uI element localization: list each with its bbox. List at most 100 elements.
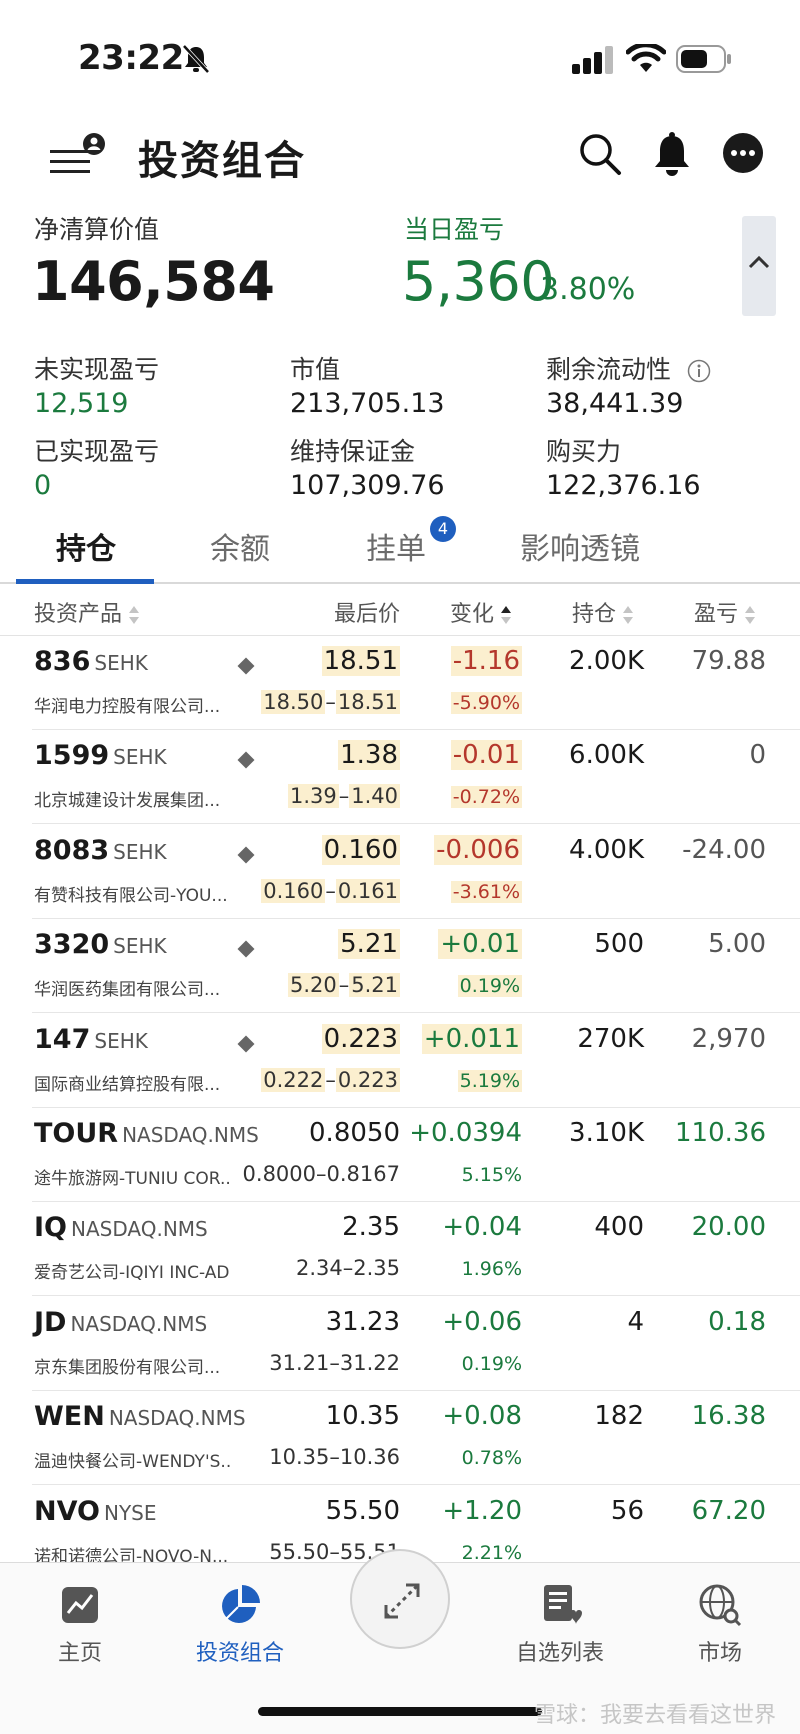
- nav-watchlist-label: 自选列表: [515, 1641, 604, 1666]
- nav-markets[interactable]: 市场: [660, 1583, 780, 1667]
- collapse-summary-button[interactable]: [742, 216, 776, 316]
- realized-pnl-value: 0: [34, 470, 52, 501]
- column-pnl[interactable]: 盈亏: [694, 596, 756, 628]
- position-size: 2.00K: [569, 646, 644, 676]
- symbol-exchange: NASDAQ.NMS: [71, 1217, 208, 1242]
- company-name: 华润医药集团有限公司...: [34, 980, 221, 1001]
- bid-price: 0.160: [261, 878, 326, 903]
- last-price: 0.8050: [309, 1118, 400, 1148]
- symbol-ticker: JD: [34, 1306, 67, 1338]
- bid-price: 31.21: [269, 1350, 330, 1375]
- price-change-percent: -3.61%: [450, 880, 522, 903]
- column-last-price[interactable]: 最后价: [334, 596, 400, 628]
- price-change: +0.01: [438, 929, 522, 960]
- globe-search-icon: [699, 1584, 742, 1627]
- bid-price: 18.50: [261, 690, 326, 714]
- tab-balances[interactable]: 余额: [210, 524, 270, 568]
- net-liquidation-value: 146,584: [32, 250, 275, 313]
- position-pnl: 20.00: [691, 1212, 766, 1243]
- trade-button[interactable]: [350, 1549, 450, 1649]
- price-change: +1.20: [442, 1495, 522, 1526]
- range-separator: –: [325, 1067, 336, 1092]
- watchlist-icon: [544, 1585, 582, 1624]
- table-row[interactable]: IQ NASDAQ.NMS 爱奇艺公司-IQIYI INC-ADR 2.35 2.34–…: [0, 1202, 800, 1297]
- position-size: 3.10K: [569, 1118, 644, 1148]
- column-position[interactable]: 持仓: [572, 596, 634, 628]
- home-indicator[interactable]: [258, 1707, 542, 1716]
- table-row[interactable]: 8083 SEHK 有赞科技有限公司-YOU... 0.160 0.160–0.161-…: [0, 825, 800, 919]
- price-change: -0.006: [434, 834, 522, 865]
- position-symbol: 8083 SEHK: [34, 835, 167, 866]
- position-pnl: -24.00: [682, 834, 766, 865]
- price-change-percent: -5.90%: [450, 692, 522, 714]
- account-menu-icon[interactable]: [50, 132, 108, 182]
- sort-ascending-icon: [501, 606, 512, 624]
- table-row[interactable]: 836 SEHK 华润电力控股有限公司... 18.51 18.50–18.51 -1.1…: [0, 636, 800, 730]
- table-row[interactable]: 1599 SEHK 北京城建设计发展集团... 1.38 1.39–1.40 -0.01 -…: [0, 730, 800, 825]
- company-name: 北京城建设计发展集团...: [34, 791, 221, 812]
- bid-ask-range: 18.50–18.51: [261, 690, 400, 714]
- position-pnl: 67.20: [691, 1495, 766, 1526]
- search-icon[interactable]: [578, 132, 622, 176]
- tab-impact-lens[interactable]: 影响透镜: [520, 524, 640, 568]
- ask-price: 0.223: [335, 1067, 400, 1092]
- notification-bell-icon[interactable]: [652, 130, 692, 178]
- last-price: 0.223: [321, 1023, 400, 1054]
- company-name: 京东集团股份有限公司...: [34, 1357, 221, 1378]
- price-change: +0.06: [442, 1306, 522, 1337]
- nav-portfolio[interactable]: 投资组合: [180, 1583, 300, 1667]
- table-row[interactable]: 3320 SEHK 华润医药集团有限公司... 5.21 5.20–5.21 +0.01 0…: [0, 919, 800, 1014]
- tab-orders-label: 挂单: [366, 532, 426, 567]
- last-price: 55.50: [325, 1495, 400, 1526]
- info-icon[interactable]: [687, 359, 711, 383]
- position-pnl: 2,970: [691, 1023, 766, 1054]
- price-change: -1.16: [450, 646, 522, 676]
- ask-price: 31.22: [339, 1350, 400, 1375]
- status-time: 23:22: [78, 38, 184, 78]
- position-symbol: JD NASDAQ.NMS: [34, 1307, 207, 1338]
- status-bar: 23:22: [0, 0, 800, 110]
- ask-price: 1.40: [349, 784, 400, 809]
- symbol-ticker: 836: [34, 646, 91, 677]
- position-symbol: 147 SEHK: [34, 1024, 148, 1055]
- price-change-percent: 0.19%: [461, 1352, 522, 1375]
- nav-watchlist[interactable]: 自选列表: [500, 1583, 620, 1667]
- bid-price: 10.35: [269, 1445, 330, 1470]
- price-change-percent: -0.72%: [450, 786, 522, 809]
- bid-ask-range: 0.160–0.161: [261, 878, 400, 903]
- last-price: 31.23: [325, 1306, 400, 1337]
- range-separator: –: [338, 784, 350, 809]
- home-chart-icon: [62, 1587, 98, 1623]
- price-change: +0.08: [442, 1401, 522, 1432]
- table-row[interactable]: TOUR NASDAQ.NMS 途牛旅游网-TUNIU COR... 0.8050 0.…: [0, 1108, 800, 1202]
- bid-price: 5.20: [287, 973, 339, 998]
- table-row[interactable]: WEN NASDAQ.NMS 温迪快餐公司-WENDY'S... 10.35 10.35…: [0, 1391, 800, 1486]
- table-row[interactable]: 147 SEHK 国际商业结算控股有限... 0.223 0.222–0.223 +0.0…: [0, 1014, 800, 1108]
- position-size: 500: [594, 929, 644, 960]
- position-pnl: 5.00: [708, 929, 766, 960]
- table-row[interactable]: JD NASDAQ.NMS 京东集团股份有限公司... 31.23 31.21–31.2…: [0, 1297, 800, 1391]
- tab-orders[interactable]: 挂单 4: [366, 516, 456, 568]
- buying-power-value: 122,376.16: [546, 470, 701, 501]
- diamond-icon: [237, 846, 255, 864]
- column-change[interactable]: 变化: [450, 596, 512, 628]
- more-options-icon[interactable]: [722, 132, 764, 174]
- position-pnl: 16.38: [691, 1401, 766, 1432]
- expand-arrows-icon: [384, 1583, 420, 1619]
- symbol-exchange: NASDAQ.NMS: [70, 1311, 208, 1336]
- orders-count-badge: 4: [430, 516, 456, 542]
- position-size: 182: [594, 1401, 644, 1432]
- range-separator: –: [325, 690, 336, 714]
- price-change-percent: 0.19%: [457, 975, 522, 998]
- range-separator: –: [338, 973, 350, 998]
- nav-home[interactable]: 主页: [20, 1583, 140, 1667]
- last-price: 5.21: [338, 929, 400, 960]
- bid-ask-range: 10.35–10.36: [269, 1445, 400, 1469]
- price-change-percent: 1.96%: [461, 1258, 522, 1281]
- column-change-label: 变化: [450, 602, 495, 627]
- column-instrument[interactable]: 投资产品: [34, 596, 140, 628]
- unrealized-pnl-label: 未实现盈亏: [34, 355, 160, 384]
- tab-positions[interactable]: 持仓: [56, 524, 116, 568]
- symbol-ticker: WEN: [34, 1401, 105, 1433]
- last-price: 2.35: [342, 1212, 400, 1243]
